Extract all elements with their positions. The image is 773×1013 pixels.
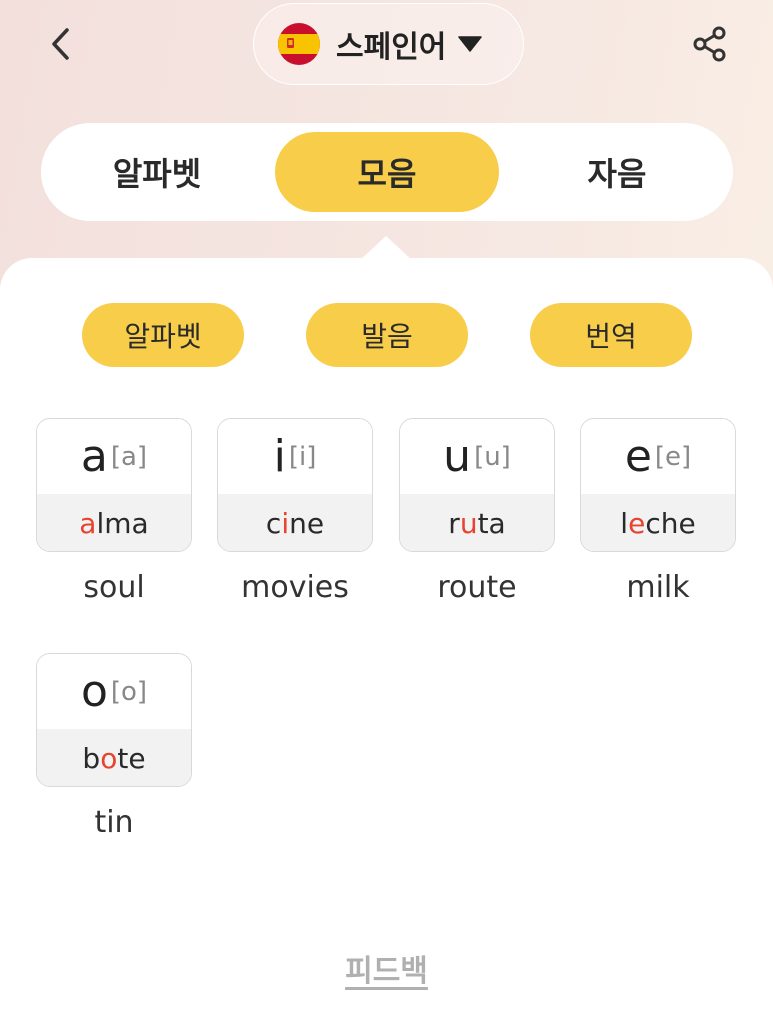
vowel-letter: e [624,430,652,482]
caret-down-icon [458,35,483,53]
example-word: a lma [37,494,191,551]
filter-pronunciation-button[interactable]: 발음 [306,303,468,367]
vowel-card[interactable]: o [o] b o te [36,653,192,787]
vowel-card[interactable]: a [a] a lma [36,418,192,552]
share-icon [693,26,726,62]
language-selector[interactable]: 스페인어 [253,3,524,85]
vowel-card[interactable]: e [e] l e che [580,418,736,552]
vowel-header: a [a] [37,419,191,494]
spain-flag-icon [278,23,320,65]
word-meaning: tin [94,805,134,840]
example-word: r u ta [400,494,554,551]
vowel-card[interactable]: u [u] r u ta [399,418,555,552]
word-meaning: milk [626,570,690,605]
vowel-ipa: [o] [110,676,148,707]
example-word-suffix: che [645,507,696,540]
example-word-prefix: b [82,742,101,775]
vowel-ipa: [u] [474,441,511,472]
vowel-ipa: [a] [110,441,148,472]
example-word-highlight: o [100,742,118,775]
word-meaning: route [437,570,517,605]
example-word-suffix: te [117,742,146,775]
vowel-header: e [e] [581,419,735,494]
chevron-left-icon [52,28,69,60]
panel-pointer [360,236,412,260]
example-word-prefix: r [448,507,460,540]
example-word-suffix: lma [96,507,149,540]
example-word: b o te [37,729,191,786]
example-word-highlight: a [79,507,97,540]
vowel-letter: a [80,430,108,482]
section-tabs: 알파벳 모음 자음 [41,123,733,221]
vowel-header: i [i] [218,419,372,494]
vowel-header: o [o] [37,654,191,729]
language-label: 스페인어 [336,30,447,65]
example-word-prefix: c [265,507,282,540]
example-word-suffix: ta [477,507,506,540]
vowel-card[interactable]: i [i] c i ne [217,418,373,552]
example-word-highlight: u [459,507,478,540]
back-button[interactable] [38,22,82,66]
top-bar: 스페인어 [0,0,773,95]
example-word: l e che [581,494,735,551]
content-panel [0,258,773,1013]
tab-vowels[interactable]: 모음 [275,132,499,212]
word-meaning: soul [83,570,145,605]
vowel-letter: u [443,430,472,482]
tab-consonants[interactable]: 자음 [501,132,733,212]
filter-alphabet-button[interactable]: 알파벳 [82,303,244,367]
example-word-suffix: ne [289,507,325,540]
example-word-highlight: e [628,507,646,540]
example-word: c i ne [218,494,372,551]
filter-translation-button[interactable]: 번역 [530,303,692,367]
example-word-prefix: l [620,507,629,540]
vowel-ipa: [i] [288,441,317,472]
vowel-header: u [u] [400,419,554,494]
word-meaning: movies [241,570,349,605]
example-word-highlight: i [281,507,290,540]
share-button[interactable] [686,20,734,68]
tab-alphabet[interactable]: 알파벳 [41,132,273,212]
vowel-letter: o [80,665,108,717]
feedback-link[interactable]: 피드백 [0,946,773,990]
vowel-ipa: [e] [654,441,692,472]
vowel-letter: i [273,430,286,482]
